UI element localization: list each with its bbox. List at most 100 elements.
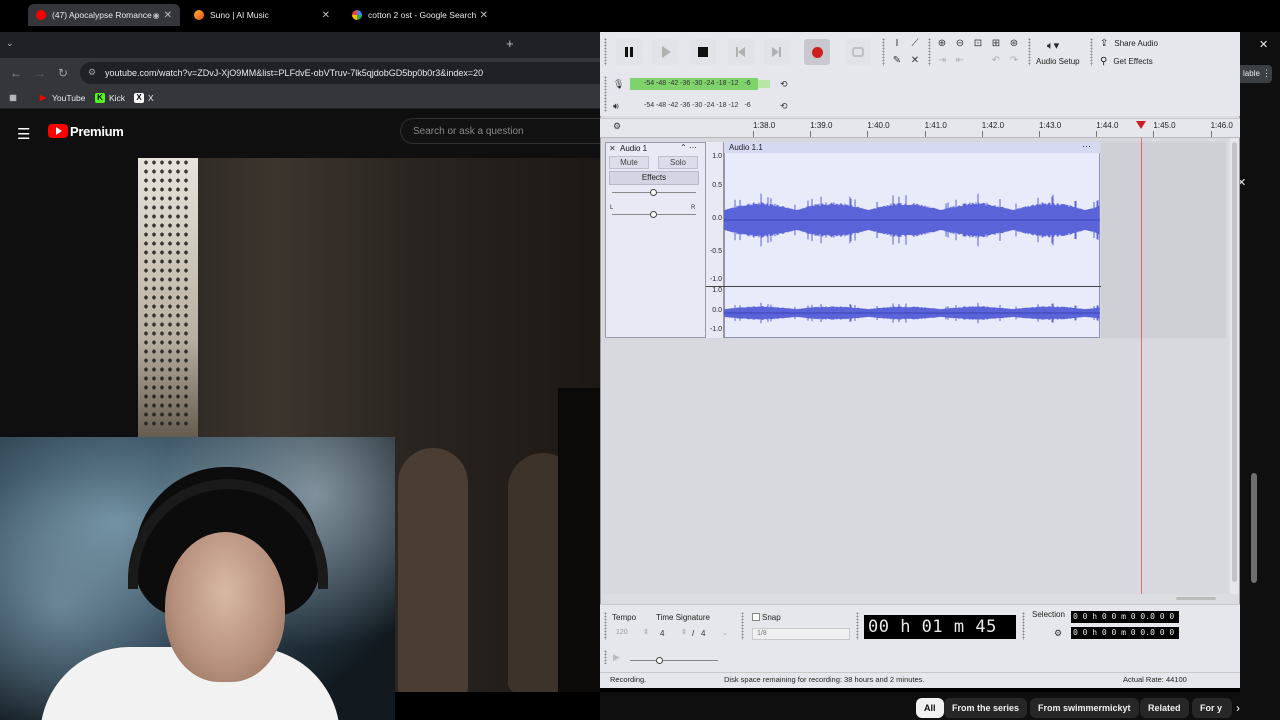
dropdown-chevron-icon[interactable]: ⌄ (722, 629, 728, 637)
get-effects-button[interactable]: ⚲ Get Effects (1100, 56, 1153, 67)
audio-setup-button[interactable]: Audio Setup (1036, 57, 1080, 66)
speaker-icon[interactable]: 🔈︎▾ (1047, 39, 1059, 53)
record-button[interactable] (804, 39, 830, 65)
apps-grid-icon[interactable]: ▦ (8, 93, 18, 103)
audio-playing-icon[interactable]: ◉ (153, 11, 160, 20)
timeline-settings-icon[interactable]: ⚙ (613, 121, 621, 132)
page-scrollbar[interactable] (1250, 118, 1258, 688)
toolbar-grip[interactable] (604, 76, 607, 112)
back-arrow-icon[interactable]: ← (10, 66, 22, 80)
multi-tool-icon[interactable]: ✕ (907, 55, 923, 66)
chip-from-series[interactable]: From the series (944, 698, 1028, 718)
site-info-icon[interactable]: ⚙ (88, 67, 96, 78)
time-sig-denominator[interactable]: 4 (701, 629, 705, 638)
play-button[interactable] (652, 39, 678, 65)
close-tab-icon[interactable]: ✕ (164, 10, 172, 21)
microphone-icon[interactable]: 🎙︎ (613, 79, 624, 90)
chip-for-you[interactable]: For y (1192, 698, 1232, 718)
loop-button[interactable] (845, 39, 871, 65)
play-at-speed-icon[interactable]: ▶ (613, 652, 620, 663)
youtube-logo-icon[interactable] (48, 124, 68, 138)
toolbar-grip[interactable] (741, 612, 744, 640)
time-sig-numerator[interactable]: 4 (660, 629, 664, 638)
toolbar-grip[interactable] (1028, 38, 1031, 66)
hamburger-menu-icon[interactable]: ☰ (17, 125, 30, 143)
clip-menu-icon[interactable]: ⋯ (1082, 141, 1091, 152)
clip-title[interactable]: Audio 1.1 (724, 142, 1100, 153)
chip-all[interactable]: All (916, 698, 944, 718)
tab-apocalypse-romance[interactable]: (47) Apocalypse Romance ◉ ✕ (28, 4, 180, 26)
empty-track-region[interactable] (1101, 142, 1226, 338)
meter-options-icon[interactable]: ⟲ (780, 79, 788, 90)
toolbar-grip[interactable] (604, 612, 607, 640)
effects-button[interactable]: Effects (609, 171, 699, 185)
reload-icon[interactable]: ↻ (58, 66, 68, 80)
redo-icon[interactable]: ↷ (1006, 55, 1022, 66)
skip-to-end-button[interactable] (764, 39, 790, 65)
playback-meter[interactable]: -54 -48 -42 -36 -30 -24 -18 -12 -6 (630, 100, 770, 112)
play-speed-slider[interactable] (630, 660, 718, 661)
selection-start-field[interactable]: 0 0 h 0 0 m 0 0.0 0 0 s (1071, 611, 1179, 633)
fit-selection-icon[interactable]: ⊡ (970, 38, 986, 49)
audacity-vertical-scrollbar[interactable] (1230, 138, 1239, 594)
gain-slider-knob[interactable] (650, 189, 657, 196)
chevron-right-icon[interactable]: › (1236, 701, 1240, 715)
skip-to-start-button[interactable] (728, 39, 754, 65)
snap-dropdown[interactable]: 1/8 (752, 628, 850, 640)
pan-slider-knob[interactable] (650, 211, 657, 218)
time-sig-spinner-icon[interactable]: ⇕ (681, 628, 687, 636)
pause-button[interactable] (616, 39, 642, 65)
bookmark-x[interactable]: X X (134, 93, 154, 103)
stop-button[interactable] (690, 39, 716, 65)
chip-related[interactable]: Related (1140, 698, 1189, 718)
zoom-out-icon[interactable]: ⊖ (952, 38, 968, 49)
close-tab-icon[interactable]: ✕ (480, 10, 488, 21)
zoom-in-icon[interactable]: ⊕ (934, 38, 950, 49)
zoom-toggle-icon[interactable]: ⊛ (1006, 38, 1022, 49)
browser-menu-icon[interactable]: ⋮ (1262, 68, 1271, 79)
toolbar-grip[interactable] (1090, 38, 1093, 66)
solo-button[interactable]: Solo (658, 156, 698, 169)
toolbar-grip[interactable] (604, 650, 607, 664)
share-audio-button[interactable]: ⇪ Share Audio (1100, 38, 1158, 49)
tempo-input[interactable]: 120 (616, 629, 628, 636)
undo-icon[interactable]: ↶ (988, 55, 1004, 66)
selection-end-field[interactable]: 0 0 h 0 0 m 0 0.0 0 0 s (1071, 627, 1179, 649)
selection-settings-icon[interactable]: ⚙ (1054, 628, 1062, 639)
close-window-icon[interactable]: ✕ (1259, 38, 1268, 51)
bookmark-kick[interactable]: K Kick (95, 93, 125, 103)
snap-checkbox[interactable] (752, 613, 760, 621)
address-bar[interactable]: youtube.com/watch?v=ZDvJ-XjO9MM&list=PLF… (80, 62, 600, 84)
track-menu-icon[interactable]: ⌃ ⋯ (680, 143, 697, 152)
youtube-search-input[interactable]: Search or ask a question (400, 118, 600, 144)
track-name[interactable]: Audio 1 (620, 144, 647, 153)
selection-tool-icon[interactable]: I (889, 38, 905, 49)
toolbar-grip[interactable] (928, 38, 931, 66)
scrollbar-thumb[interactable] (1251, 473, 1257, 583)
new-tab-plus-icon[interactable]: + (506, 36, 514, 51)
close-tab-icon[interactable]: ✕ (322, 10, 330, 21)
scrollbar-thumb[interactable] (1232, 142, 1237, 582)
silence-icon[interactable]: ⇤ (952, 55, 968, 66)
close-track-icon[interactable]: ✕ (609, 144, 616, 153)
chip-from-channel[interactable]: From swimmermickyt (1030, 698, 1139, 718)
tab-search-chevron-icon[interactable]: ⌄ (6, 38, 14, 49)
speaker-icon[interactable]: 🔊︎ (613, 101, 619, 112)
tab-suno[interactable]: Suno | AI Music ✕ (186, 4, 338, 26)
audacity-horizontal-scrollbar[interactable] (1176, 597, 1216, 600)
youtube-premium-label[interactable]: Premium (70, 124, 124, 139)
bookmark-youtube[interactable]: ▶ YouTube (38, 93, 85, 103)
draw-tool-icon[interactable]: ✎ (889, 55, 905, 66)
meter-options-icon[interactable]: ⟲ (780, 101, 788, 112)
toolbar-grip[interactable] (856, 612, 859, 640)
play-speed-knob[interactable] (656, 657, 663, 664)
toolbar-grip[interactable] (882, 38, 885, 66)
tab-google-search[interactable]: cotton 2 ost - Google Search ✕ (344, 4, 496, 26)
mute-button[interactable]: Mute (609, 156, 649, 169)
time-display[interactable]: 00 h 01 m 45 s (864, 615, 1016, 661)
trim-icon[interactable]: ⇥ (934, 55, 950, 66)
toolbar-grip[interactable] (1022, 612, 1025, 640)
playhead-marker-icon[interactable] (1136, 121, 1146, 129)
envelope-tool-icon[interactable]: ⟋ (907, 38, 923, 49)
tempo-spinner-icon[interactable]: ⇕ (643, 628, 649, 636)
